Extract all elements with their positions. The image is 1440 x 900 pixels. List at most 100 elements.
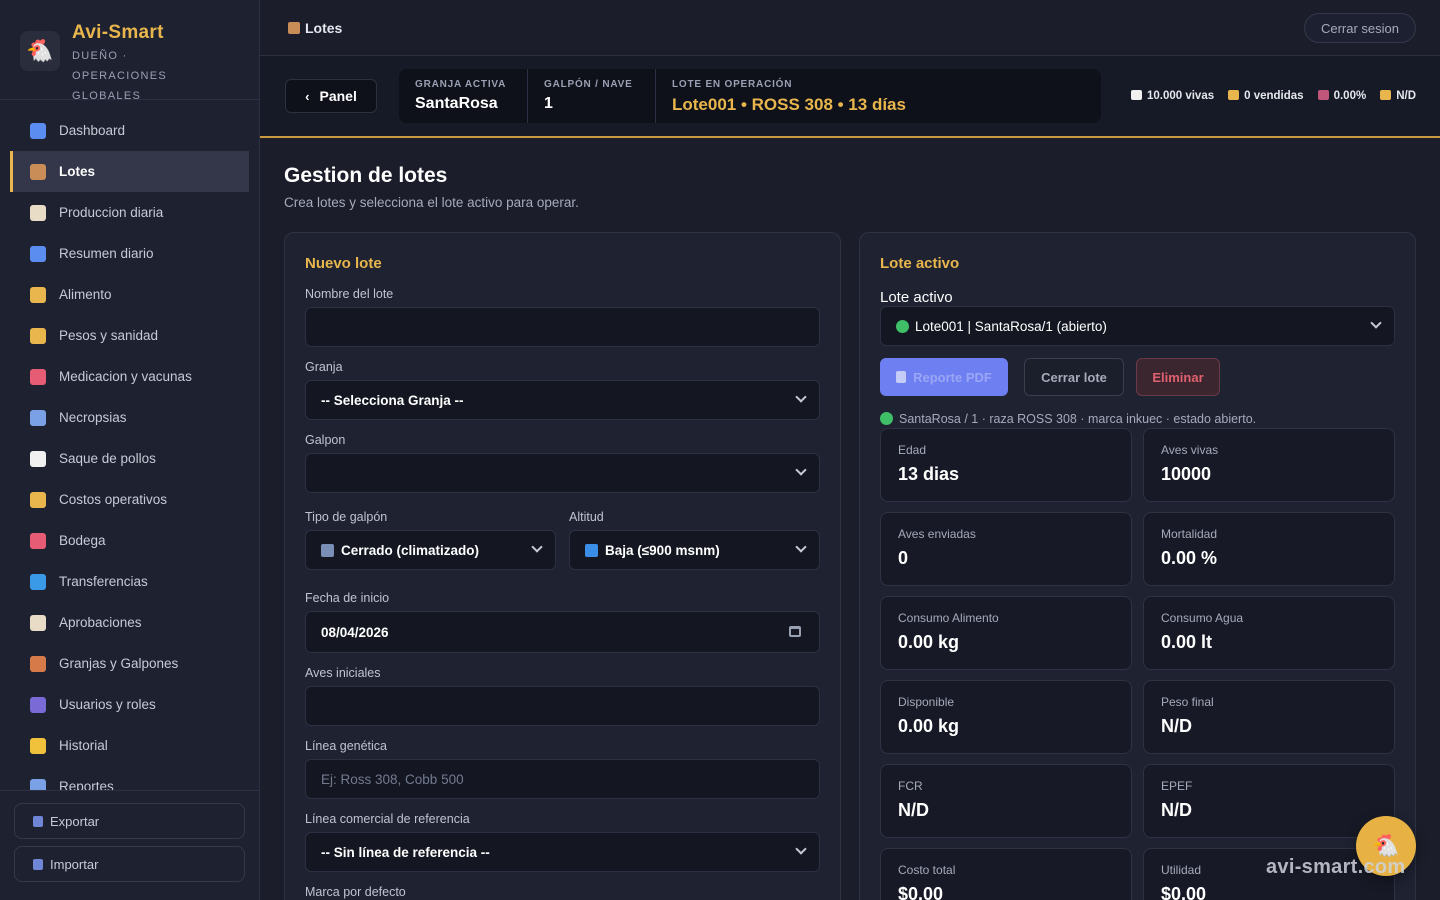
farm-select[interactable]: -- Selecciona Granja -- [305, 380, 820, 420]
stat-card: Edad 13 dias [880, 428, 1132, 502]
stat-label: Peso final [1161, 695, 1214, 709]
logout-button[interactable]: Cerrar sesion [1303, 13, 1416, 43]
pdf-report-button[interactable]: Reporte PDF [880, 358, 1008, 396]
sidebar-item-costos-operativos[interactable]: Costos operativos [0, 479, 259, 520]
sidebar-item-label: Lotes [59, 164, 96, 179]
house-type-value: Cerrado (climatizado) [341, 542, 480, 558]
stat-label: Consumo Alimento [898, 611, 999, 625]
export-label: Exportar [50, 813, 100, 829]
stat-value: 0.00 kg [898, 716, 960, 736]
ctx-farm-value: SantaRosa [415, 95, 498, 112]
import-button[interactable]: Importar [14, 846, 245, 882]
sidebar-item-lotes[interactable]: Lotes [10, 151, 249, 192]
stat-card: EPEF N/D [1143, 764, 1395, 838]
ctx-batch-label: LOTE EN OPERACIÓN [672, 79, 793, 90]
genetic-line-label: Línea genética [305, 739, 388, 753]
sidebar-item-label: Bodega [59, 533, 106, 548]
nav-icon [30, 450, 46, 467]
nav-icon [30, 696, 46, 713]
topbar-title: Lotes [305, 19, 343, 36]
watermark: avi-smart.com [1266, 856, 1406, 878]
initial-birds-input[interactable] [305, 686, 820, 726]
genetic-line-input[interactable]: Ej: Ross 308, Cobb 500 [305, 759, 820, 799]
context-stats: 10.000 vivas 0 vendidas 0.00% N/D [1130, 90, 1416, 102]
sidebar-item-label: Granjas y Galpones [59, 656, 179, 671]
sidebar-item-historial[interactable]: Historial [0, 725, 259, 766]
commercial-line-label: Línea comercial de referencia [305, 812, 470, 826]
sidebar-item-dashboard[interactable]: Dashboard [0, 110, 259, 151]
sidebar-footer: Exportar Importar [0, 790, 259, 900]
sidebar-item-label: Transferencias [59, 574, 148, 589]
start-date-input[interactable]: 08/04/2026 [305, 611, 820, 653]
batch-name-input[interactable] [305, 307, 820, 347]
sidebar-item-pesos-y-sanidad[interactable]: Pesos y sanidad [0, 315, 259, 356]
ctx-house-value: 1 [544, 95, 553, 112]
panel-label: Panel [319, 88, 357, 104]
sidebar-item-usuarios-y-roles[interactable]: Usuarios y roles [0, 684, 259, 725]
calendar-icon[interactable] [789, 626, 801, 637]
delete-batch-button[interactable]: Eliminar [1136, 358, 1220, 396]
sidebar-item-label: Saque de pollos [59, 451, 156, 466]
panel-back-button[interactable]: ‹ Panel [285, 79, 377, 113]
sidebar-item-label: Usuarios y roles [59, 697, 156, 712]
new-batch-card: Nuevo lote Nombre del lote Granja -- Sel… [284, 232, 841, 900]
start-date-label: Fecha de inicio [305, 591, 390, 605]
sidebar-item-resumen-diario[interactable]: Resumen diario [0, 233, 259, 274]
altitude-value: Baja (≤900 msnm) [605, 542, 720, 558]
sidebar-item-alimento[interactable]: Alimento [0, 274, 259, 315]
stat-card: Peso final N/D [1143, 680, 1395, 754]
house-select[interactable] [305, 453, 820, 493]
pdf-report-label: Reporte PDF [913, 369, 992, 385]
stat-value: 0.00 kg [898, 632, 960, 652]
export-icon [33, 815, 43, 827]
close-batch-button[interactable]: Cerrar lote [1024, 358, 1124, 396]
chevron-down-icon [795, 464, 807, 476]
context-stat: 0 vendidas [1228, 90, 1304, 102]
chevron-down-icon [795, 843, 807, 855]
sidebar-item-reportes[interactable]: Reportes [0, 766, 259, 790]
altitude-label: Altitud [569, 510, 604, 524]
stat-card: Consumo Agua 0.00 lt [1143, 596, 1395, 670]
stat-value: N/D [898, 800, 929, 820]
sidebar-item-aprobaciones[interactable]: Aprobaciones [0, 602, 259, 643]
active-batch-title: Lote activo [880, 255, 960, 272]
commercial-line-select[interactable]: -- Sin línea de referencia -- [305, 832, 820, 872]
context-stat: 10.000 vivas [1130, 90, 1214, 102]
chevron-down-icon [795, 391, 807, 403]
nav-icon [30, 327, 46, 344]
sidebar-item-saque-de-pollos[interactable]: Saque de pollos [0, 438, 259, 479]
context-stat: N/D [1380, 90, 1416, 102]
sidebar-item-produccion-diaria[interactable]: Produccion diaria [0, 192, 259, 233]
sidebar-nav: Dashboard Lotes Produccion diaria Resumen d… [0, 110, 259, 790]
stat-icon [1317, 90, 1329, 100]
sidebar-item-bodega[interactable]: Bodega [0, 520, 259, 561]
stat-label: Consumo Agua [1161, 611, 1244, 625]
ctx-batch: LOTE EN OPERACIÓN Lote001 • ROSS 308 • 1… [656, 69, 922, 123]
sidebar-item-label: Resumen diario [59, 246, 154, 261]
nav-icon [30, 163, 46, 180]
batch-meta: SantaRosa / 1 · raza ROSS 308 · marca in… [880, 412, 1256, 426]
sidebar-item-transferencias[interactable]: Transferencias [0, 561, 259, 602]
stat-value: 13 dias [898, 464, 960, 484]
nav-icon [30, 655, 46, 672]
context-bar: ‹ Panel GRANJA ACTIVA SantaRosa GALPÓN /… [260, 56, 1440, 138]
export-button[interactable]: Exportar [14, 803, 245, 839]
stat-label: Aves vivas [1161, 443, 1219, 457]
sidebar-item-medicacion-y-vacunas[interactable]: Medicacion y vacunas [0, 356, 259, 397]
box-icon [288, 21, 300, 34]
stat-label: Disponible [898, 695, 955, 709]
nav-icon [30, 573, 46, 590]
sidebar-item-granjas-y-galpones[interactable]: Granjas y Galpones [0, 643, 259, 684]
stat-value: 0.00 % [1161, 548, 1218, 568]
page-title: Gestion de lotes [284, 164, 448, 187]
house-type-select[interactable]: Cerrado (climatizado) [305, 530, 556, 570]
nav-icon [30, 245, 46, 262]
new-batch-title: Nuevo lote [305, 255, 382, 272]
active-batch-select[interactable]: Lote001 | SantaRosa/1 (abierto) [880, 306, 1395, 346]
batch-meta-text: SantaRosa / 1 · raza ROSS 308 · marca in… [899, 412, 1257, 426]
stat-card: Aves vivas 10000 [1143, 428, 1395, 502]
sidebar-item-label: Reportes [59, 779, 114, 790]
altitude-select[interactable]: Baja (≤900 msnm) [569, 530, 820, 570]
ctx-batch-value: Lote001 • ROSS 308 • 13 días [672, 95, 906, 114]
sidebar-item-necropsias[interactable]: Necropsias [0, 397, 259, 438]
